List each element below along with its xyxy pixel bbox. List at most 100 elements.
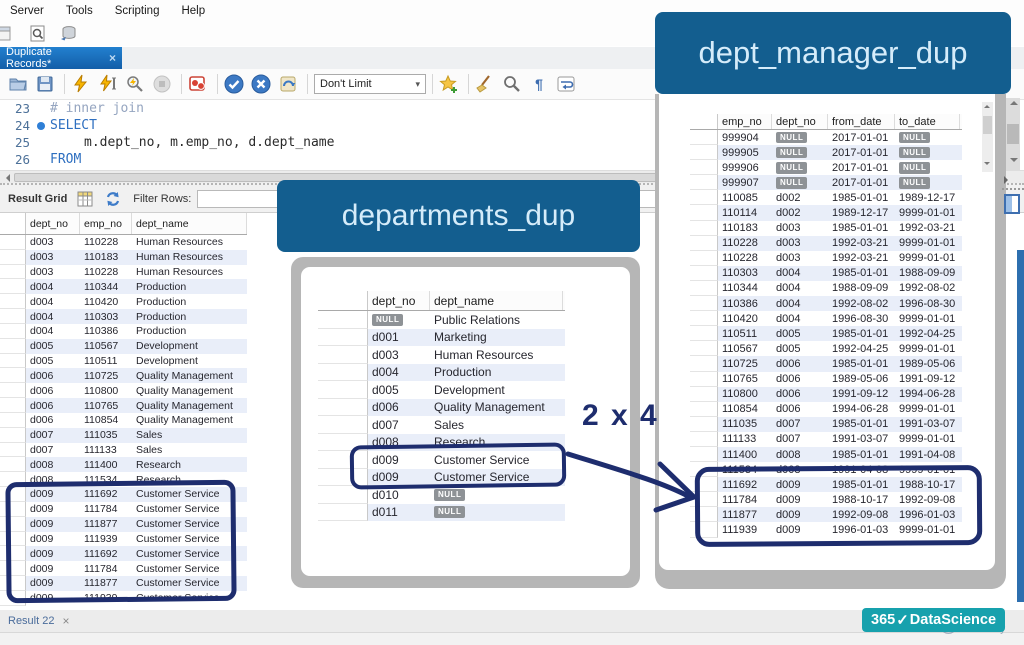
table-cell[interactable]: 110567 — [80, 339, 132, 354]
table-row[interactable]: d004110386Production — [0, 324, 247, 339]
table-cell[interactable]: Human Resources — [132, 235, 247, 250]
table-row[interactable]: d007111133Sales — [0, 443, 247, 458]
table-row[interactable]: d006110854Quality Management — [0, 413, 247, 428]
row-selector[interactable] — [0, 265, 26, 280]
result-tab-label[interactable]: Result 22 — [8, 615, 54, 627]
table-cell[interactable]: Research — [132, 457, 247, 472]
table-cell[interactable]: 110800 — [80, 383, 132, 398]
table-row[interactable]: d005110567Development — [0, 339, 247, 354]
vscroll-thumb[interactable] — [1007, 124, 1019, 144]
table-row[interactable]: d005110511Development — [0, 354, 247, 369]
table-cell[interactable]: d004 — [26, 279, 80, 294]
row-selector[interactable] — [0, 294, 26, 309]
table-cell[interactable]: d004 — [26, 294, 80, 309]
row-selector[interactable] — [0, 368, 26, 383]
table-cell[interactable]: Development — [132, 339, 247, 354]
create-schema-icon[interactable] — [58, 25, 78, 43]
table-cell[interactable]: d008 — [26, 457, 80, 472]
row-selector[interactable] — [0, 339, 26, 354]
limit-rows-select[interactable]: Don't Limit ▾ — [314, 74, 426, 94]
table-cell[interactable]: Quality Management — [132, 383, 247, 398]
table-cell[interactable]: 110183 — [80, 250, 132, 265]
row-selector[interactable] — [0, 383, 26, 398]
table-cell[interactable]: Quality Management — [132, 398, 247, 413]
table-cell[interactable]: 110228 — [80, 265, 132, 280]
table-cell[interactable]: d006 — [26, 413, 80, 428]
wrap-text-icon[interactable] — [556, 74, 576, 94]
show-invisibles-icon[interactable]: ¶ — [529, 74, 549, 94]
table-cell[interactable]: Sales — [132, 428, 247, 443]
table-cell[interactable]: Quality Management — [132, 413, 247, 428]
table-cell[interactable]: Human Resources — [132, 250, 247, 265]
row-selector[interactable] — [0, 250, 26, 265]
table-cell[interactable]: 110765 — [80, 398, 132, 413]
table-row[interactable]: d006110725Quality Management — [0, 368, 247, 383]
table-cell[interactable]: d003 — [26, 250, 80, 265]
grid-view-icon[interactable] — [77, 190, 95, 208]
table-cell[interactable]: d007 — [26, 443, 80, 458]
explain-icon[interactable] — [125, 74, 145, 94]
table-cell[interactable]: d003 — [26, 235, 80, 250]
table-cell[interactable]: d005 — [26, 339, 80, 354]
table-cell[interactable]: d004 — [26, 309, 80, 324]
table-row[interactable]: d004110420Production — [0, 294, 247, 309]
execute-current-icon[interactable] — [98, 74, 118, 94]
row-selector[interactable] — [0, 354, 26, 369]
table-cell[interactable]: d006 — [26, 398, 80, 413]
row-selector[interactable] — [0, 235, 26, 250]
table-cell[interactable]: Production — [132, 279, 247, 294]
table-row[interactable]: d008111400Research — [0, 457, 247, 472]
table-row[interactable]: d003110183Human Resources — [0, 250, 247, 265]
table-row[interactable]: d004110303Production — [0, 309, 247, 324]
column-header-emp_no[interactable]: emp_no — [80, 213, 132, 234]
row-selector[interactable] — [0, 398, 26, 413]
table-cell[interactable]: d007 — [26, 428, 80, 443]
open-file-icon[interactable] — [8, 74, 28, 94]
table-cell[interactable]: d004 — [26, 324, 80, 339]
refresh-icon[interactable] — [104, 190, 122, 208]
table-cell[interactable]: 110228 — [80, 235, 132, 250]
table-cell[interactable]: d006 — [26, 368, 80, 383]
save-icon[interactable] — [35, 74, 55, 94]
scroll-up-icon[interactable] — [1010, 101, 1018, 105]
table-cell[interactable]: Production — [132, 324, 247, 339]
table-cell[interactable]: Sales — [132, 443, 247, 458]
splitter-handle[interactable] — [1002, 188, 1024, 190]
table-cell[interactable]: d005 — [26, 354, 80, 369]
row-selector[interactable] — [0, 443, 26, 458]
find-icon[interactable] — [502, 74, 522, 94]
table-cell[interactable]: 110725 — [80, 368, 132, 383]
table-cell[interactable]: 111035 — [80, 428, 132, 443]
table-cell[interactable]: 111400 — [80, 457, 132, 472]
menu-item-tools[interactable]: Tools — [62, 3, 97, 19]
row-selector[interactable] — [0, 279, 26, 294]
tab-duplicate-records[interactable]: Duplicate Records* × — [0, 47, 122, 69]
table-cell[interactable]: 110420 — [80, 294, 132, 309]
sidebar-toggle-icon[interactable] — [1004, 194, 1020, 214]
scroll-left-icon[interactable] — [2, 174, 10, 182]
row-selector[interactable] — [0, 309, 26, 324]
toggle-stop-on-error-icon[interactable] — [188, 74, 208, 94]
row-selector[interactable] — [0, 428, 26, 443]
beautify-icon[interactable] — [475, 74, 495, 94]
new-query-tab-icon[interactable] — [0, 25, 20, 43]
table-cell[interactable]: Development — [132, 354, 247, 369]
table-row[interactable]: d006110800Quality Management — [0, 383, 247, 398]
table-cell[interactable]: 111133 — [80, 443, 132, 458]
column-header-dept_name[interactable]: dept_name — [132, 213, 247, 234]
result-tab-close-icon[interactable]: × — [62, 614, 69, 628]
menu-item-scripting[interactable]: Scripting — [111, 3, 164, 19]
collapse-panel-icon[interactable] — [1004, 176, 1012, 184]
table-cell[interactable]: Production — [132, 309, 247, 324]
save-snippet-icon[interactable] — [439, 74, 459, 94]
toggle-autocommit-icon[interactable] — [278, 74, 298, 94]
tab-close-icon[interactable]: × — [109, 51, 116, 65]
table-cell[interactable]: 110303 — [80, 309, 132, 324]
menu-item-server[interactable]: Server — [6, 3, 48, 19]
table-cell[interactable]: 110344 — [80, 279, 132, 294]
table-cell[interactable]: Quality Management — [132, 368, 247, 383]
commit-icon[interactable] — [224, 74, 244, 94]
table-cell[interactable]: Human Resources — [132, 265, 247, 280]
rollback-icon[interactable] — [251, 74, 271, 94]
table-row[interactable]: d007111035Sales — [0, 428, 247, 443]
